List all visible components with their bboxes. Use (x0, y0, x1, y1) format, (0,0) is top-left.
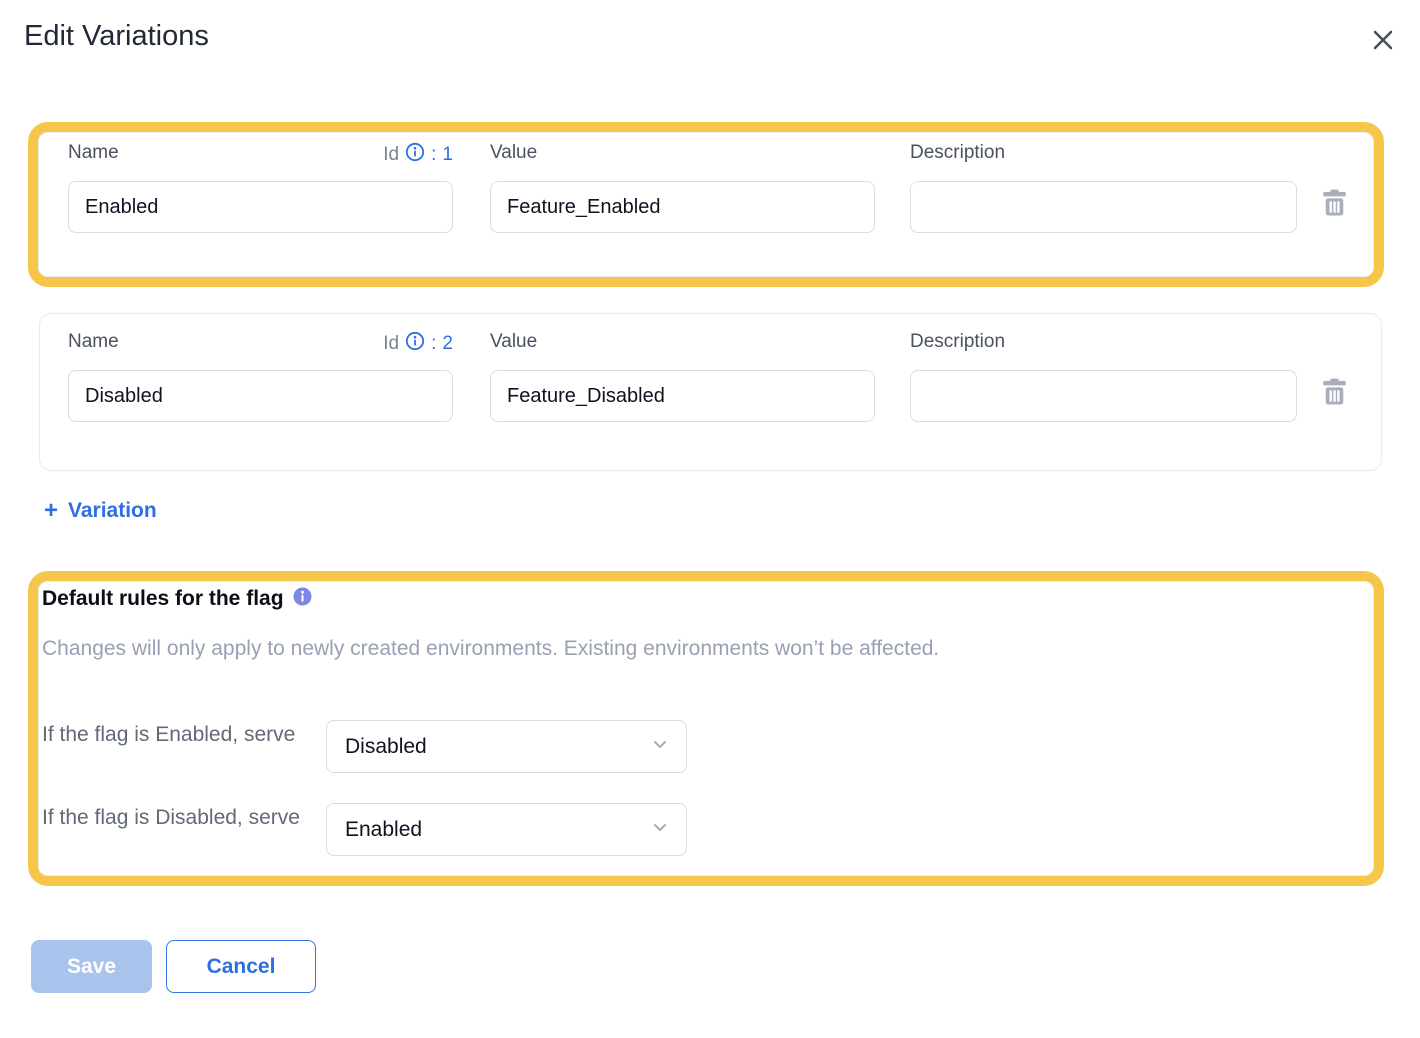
default-rules-header: Default rules for the flag (42, 587, 312, 611)
edit-variations-modal: Edit Variations Name Id : 1 Value Descri… (0, 0, 1420, 1038)
variation-value-input[interactable] (490, 370, 875, 422)
variation-name-input[interactable] (68, 181, 453, 233)
chevron-down-icon (650, 817, 670, 842)
plus-icon: + (44, 498, 58, 524)
value-label: Value (490, 142, 537, 164)
trash-icon (1322, 189, 1347, 219)
variation-id-badge: Id : 2 (383, 331, 453, 357)
description-label: Description (910, 142, 1005, 164)
id-value: 2 (442, 333, 453, 355)
id-label: Id (383, 333, 399, 355)
variation-name-input[interactable] (68, 370, 453, 422)
info-icon[interactable] (405, 142, 425, 168)
serve-when-disabled-select[interactable]: Enabled (326, 803, 687, 856)
default-rules-subtitle: Changes will only apply to newly created… (42, 637, 939, 661)
delete-variation-button[interactable] (1319, 378, 1349, 408)
id-colon: : (431, 333, 436, 355)
default-rules-title: Default rules for the flag (42, 587, 284, 611)
close-button[interactable] (1366, 24, 1400, 58)
description-label: Description (910, 331, 1005, 353)
selected-variation: Enabled (345, 818, 650, 842)
add-variation-button[interactable]: + Variation (44, 498, 157, 524)
variation-id-badge: Id : 1 (383, 142, 453, 168)
close-icon (1370, 27, 1396, 56)
rule-label-enabled: If the flag is Enabled, serve (42, 719, 300, 751)
delete-variation-button[interactable] (1319, 189, 1349, 219)
name-label: Name (68, 331, 119, 353)
variation-description-input[interactable] (910, 181, 1297, 233)
info-filled-icon[interactable] (293, 587, 312, 611)
serve-when-enabled-select[interactable]: Disabled (326, 720, 687, 773)
name-label: Name (68, 142, 119, 164)
variation-value-input[interactable] (490, 181, 875, 233)
id-label: Id (383, 144, 399, 166)
cancel-button[interactable]: Cancel (166, 940, 316, 993)
id-colon: : (431, 144, 436, 166)
rule-label-disabled: If the flag is Disabled, serve (42, 802, 300, 834)
value-label: Value (490, 331, 537, 353)
page-title: Edit Variations (24, 20, 209, 53)
add-variation-label: Variation (68, 499, 157, 523)
save-button[interactable]: Save (31, 940, 152, 993)
info-icon[interactable] (405, 331, 425, 357)
variation-description-input[interactable] (910, 370, 1297, 422)
id-value: 1 (442, 144, 453, 166)
selected-variation: Disabled (345, 735, 650, 759)
chevron-down-icon (650, 734, 670, 759)
trash-icon (1322, 378, 1347, 408)
